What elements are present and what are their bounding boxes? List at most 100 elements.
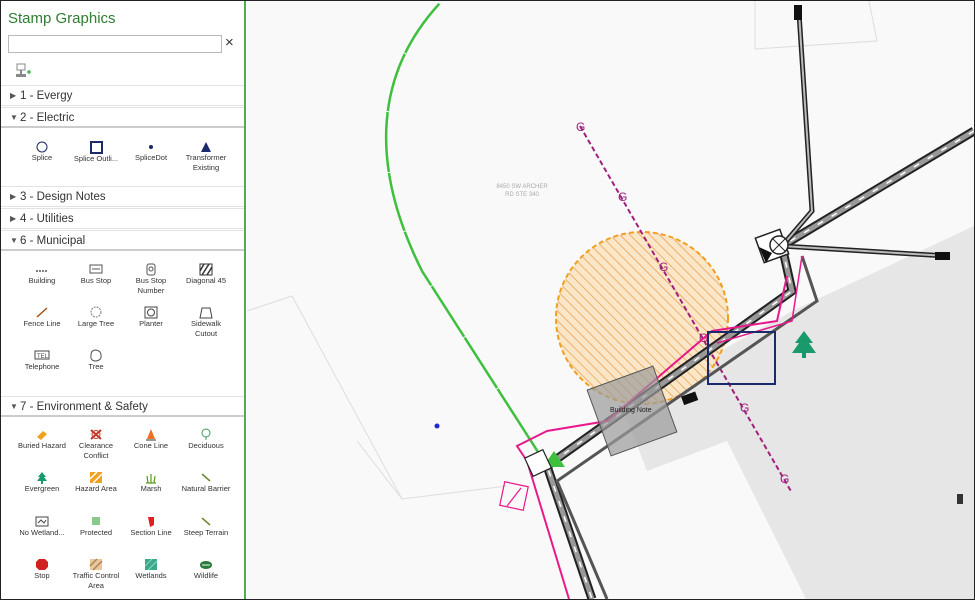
caret-right-icon: ▶: [10, 214, 17, 223]
transformer-icon: [201, 142, 211, 152]
fence-line-icon: [36, 307, 48, 318]
stamp-label: SpliceDot: [134, 153, 168, 162]
stamp-evergreen[interactable]: Evergreen: [15, 471, 69, 494]
add-stamp-icon[interactable]: [13, 63, 31, 79]
stamp-label: Protected: [79, 528, 113, 537]
stamp-cone-line[interactable]: Cone Line: [124, 428, 178, 451]
caret-right-icon: ▶: [10, 192, 17, 201]
wetlands-icon: [144, 558, 158, 571]
natural-barrier-icon: [201, 473, 211, 482]
splice-outline-icon: [89, 141, 103, 154]
section-environment-safety[interactable]: ▼ 7 - Environment & Safety: [1, 396, 244, 417]
svg-text:TEL: TEL: [37, 354, 49, 360]
section-utilities[interactable]: ▶ 4 - Utilities: [1, 208, 244, 229]
address-label: 8450 SW ARCHER RD STE 340: [496, 184, 548, 198]
svg-text:G: G: [780, 472, 789, 486]
stamp-label: Large Tree: [77, 319, 115, 328]
section-design-notes[interactable]: ▶ 3 - Design Notes: [1, 186, 244, 207]
bus-stop-number-icon: [146, 263, 156, 276]
stamp-protected[interactable]: Protected: [69, 515, 123, 538]
stamp-label: Marsh: [140, 484, 162, 493]
stamp-steep-terrain[interactable]: Steep Terrain: [179, 515, 233, 538]
stamp-splice[interactable]: Splice: [15, 141, 69, 163]
caret-right-icon: ▶: [10, 91, 17, 100]
stamp-section-line[interactable]: Section Line: [124, 515, 178, 538]
stamp-hazard-area[interactable]: Hazard Area: [69, 471, 123, 494]
stamp-wildlife[interactable]: Wildlife: [179, 558, 233, 581]
stamp-label: Natural Barrier: [181, 484, 231, 493]
section-municipal[interactable]: ▼ 6 - Municipal: [1, 230, 244, 251]
stamp-wetlands[interactable]: Wetlands: [124, 558, 178, 581]
stamp-clearance-conflict[interactable]: Clearance Conflict: [69, 428, 123, 460]
stamp-splicedot[interactable]: SpliceDot: [124, 141, 178, 163]
stamp-label: Building: [28, 276, 56, 285]
stamp-label: Evergreen: [24, 484, 60, 493]
stamp-label: Deciduous: [188, 441, 224, 450]
stamp-transformer-existing[interactable]: Transformer Existing: [179, 141, 233, 172]
panel-title: Stamp Graphics: [8, 10, 116, 27]
blue-point: [434, 423, 440, 429]
stamp-tree[interactable]: Tree: [69, 349, 123, 372]
stamp-label: Stop: [34, 571, 50, 580]
stamp-diagonal-45[interactable]: Diagonal 45: [179, 263, 233, 286]
stop-sign-icon: [36, 559, 48, 570]
stamp-label: Clearance Conflict: [78, 441, 114, 460]
sidewalk-cutout-icon: [199, 307, 213, 319]
section-electric[interactable]: ▼ 2 - Electric: [1, 107, 244, 128]
stamp-label: Section Line: [130, 528, 172, 537]
hazard-area-icon: [89, 471, 103, 484]
section-label: 3 - Design Notes: [20, 191, 106, 203]
stamp-bus-stop[interactable]: Bus Stop: [69, 263, 123, 286]
stamp-stop[interactable]: Stop: [15, 558, 69, 581]
stamp-sidewalk-cutout[interactable]: Sidewalk Cutout: [179, 306, 233, 338]
stamp-large-tree[interactable]: Large Tree: [69, 306, 123, 329]
stamp-label: Splice Outli...: [73, 154, 119, 163]
no-wetland-icon: [35, 516, 49, 527]
stamp-label: Bus Stop Number: [135, 276, 167, 295]
section-label: 2 - Electric: [20, 112, 75, 124]
section-evergy[interactable]: ▶ 1 - Evergy: [1, 85, 244, 106]
stamp-label: Planter: [139, 319, 163, 328]
telephone-icon: TEL: [34, 350, 50, 360]
stamp-natural-barrier[interactable]: Natural Barrier: [179, 471, 233, 494]
search-input[interactable]: [8, 35, 222, 53]
stamp-label: Bus Stop: [80, 276, 112, 285]
deciduous-tree-icon: [201, 428, 211, 440]
stamp-bus-stop-number[interactable]: Bus Stop Number: [124, 263, 178, 295]
stamp-splice-outline[interactable]: Splice Outli...: [69, 141, 123, 164]
stamp-telephone[interactable]: TEL Telephone: [15, 349, 69, 372]
caret-down-icon: ▼: [10, 113, 18, 122]
pink-square-marker: [499, 481, 529, 511]
stamp-label: Tree: [88, 362, 104, 371]
stamp-label: Sidewalk Cutout: [190, 319, 221, 338]
bus-stop-icon: [89, 264, 103, 274]
tree-outline-icon: [90, 349, 102, 362]
stamp-label: Splice: [31, 153, 53, 162]
close-icon[interactable]: ×: [225, 34, 234, 52]
stamp-planter[interactable]: Planter: [124, 306, 178, 329]
stamp-building[interactable]: Building: [15, 263, 69, 286]
stamp-fence-line[interactable]: Fence Line: [15, 306, 69, 329]
svg-text:G: G: [576, 120, 585, 134]
traffic-control-icon: [89, 558, 103, 571]
stamp-traffic-control-area[interactable]: Traffic Control Area: [69, 558, 123, 590]
map-drawing: G G G G G G: [247, 1, 974, 599]
caret-down-icon: ▼: [10, 402, 18, 411]
stamp-label: Wildlife: [193, 571, 219, 580]
map-canvas[interactable]: G G G G G G 8450 SW ARCHER RD STE 340 Bu…: [247, 1, 974, 599]
buried-hazard-icon: [37, 431, 47, 440]
building-icon: [36, 270, 48, 272]
stamp-label: Telephone: [24, 362, 60, 371]
stamp-no-wetland[interactable]: No Wetland...: [15, 515, 69, 538]
section-label: 4 - Utilities: [20, 213, 74, 225]
stamp-marsh[interactable]: Marsh: [124, 471, 178, 494]
stamp-label: Traffic Control Area: [72, 571, 120, 590]
caret-down-icon: ▼: [10, 236, 18, 245]
green-boundary-line: [384, 2, 549, 467]
planter-icon: [144, 306, 158, 319]
stamp-label: No Wetland...: [19, 528, 65, 537]
large-tree-icon: [90, 306, 102, 318]
stamp-buried-hazard[interactable]: Buried Hazard: [15, 428, 69, 451]
stamp-deciduous[interactable]: Deciduous: [179, 428, 233, 451]
section-label: 6 - Municipal: [20, 235, 86, 247]
